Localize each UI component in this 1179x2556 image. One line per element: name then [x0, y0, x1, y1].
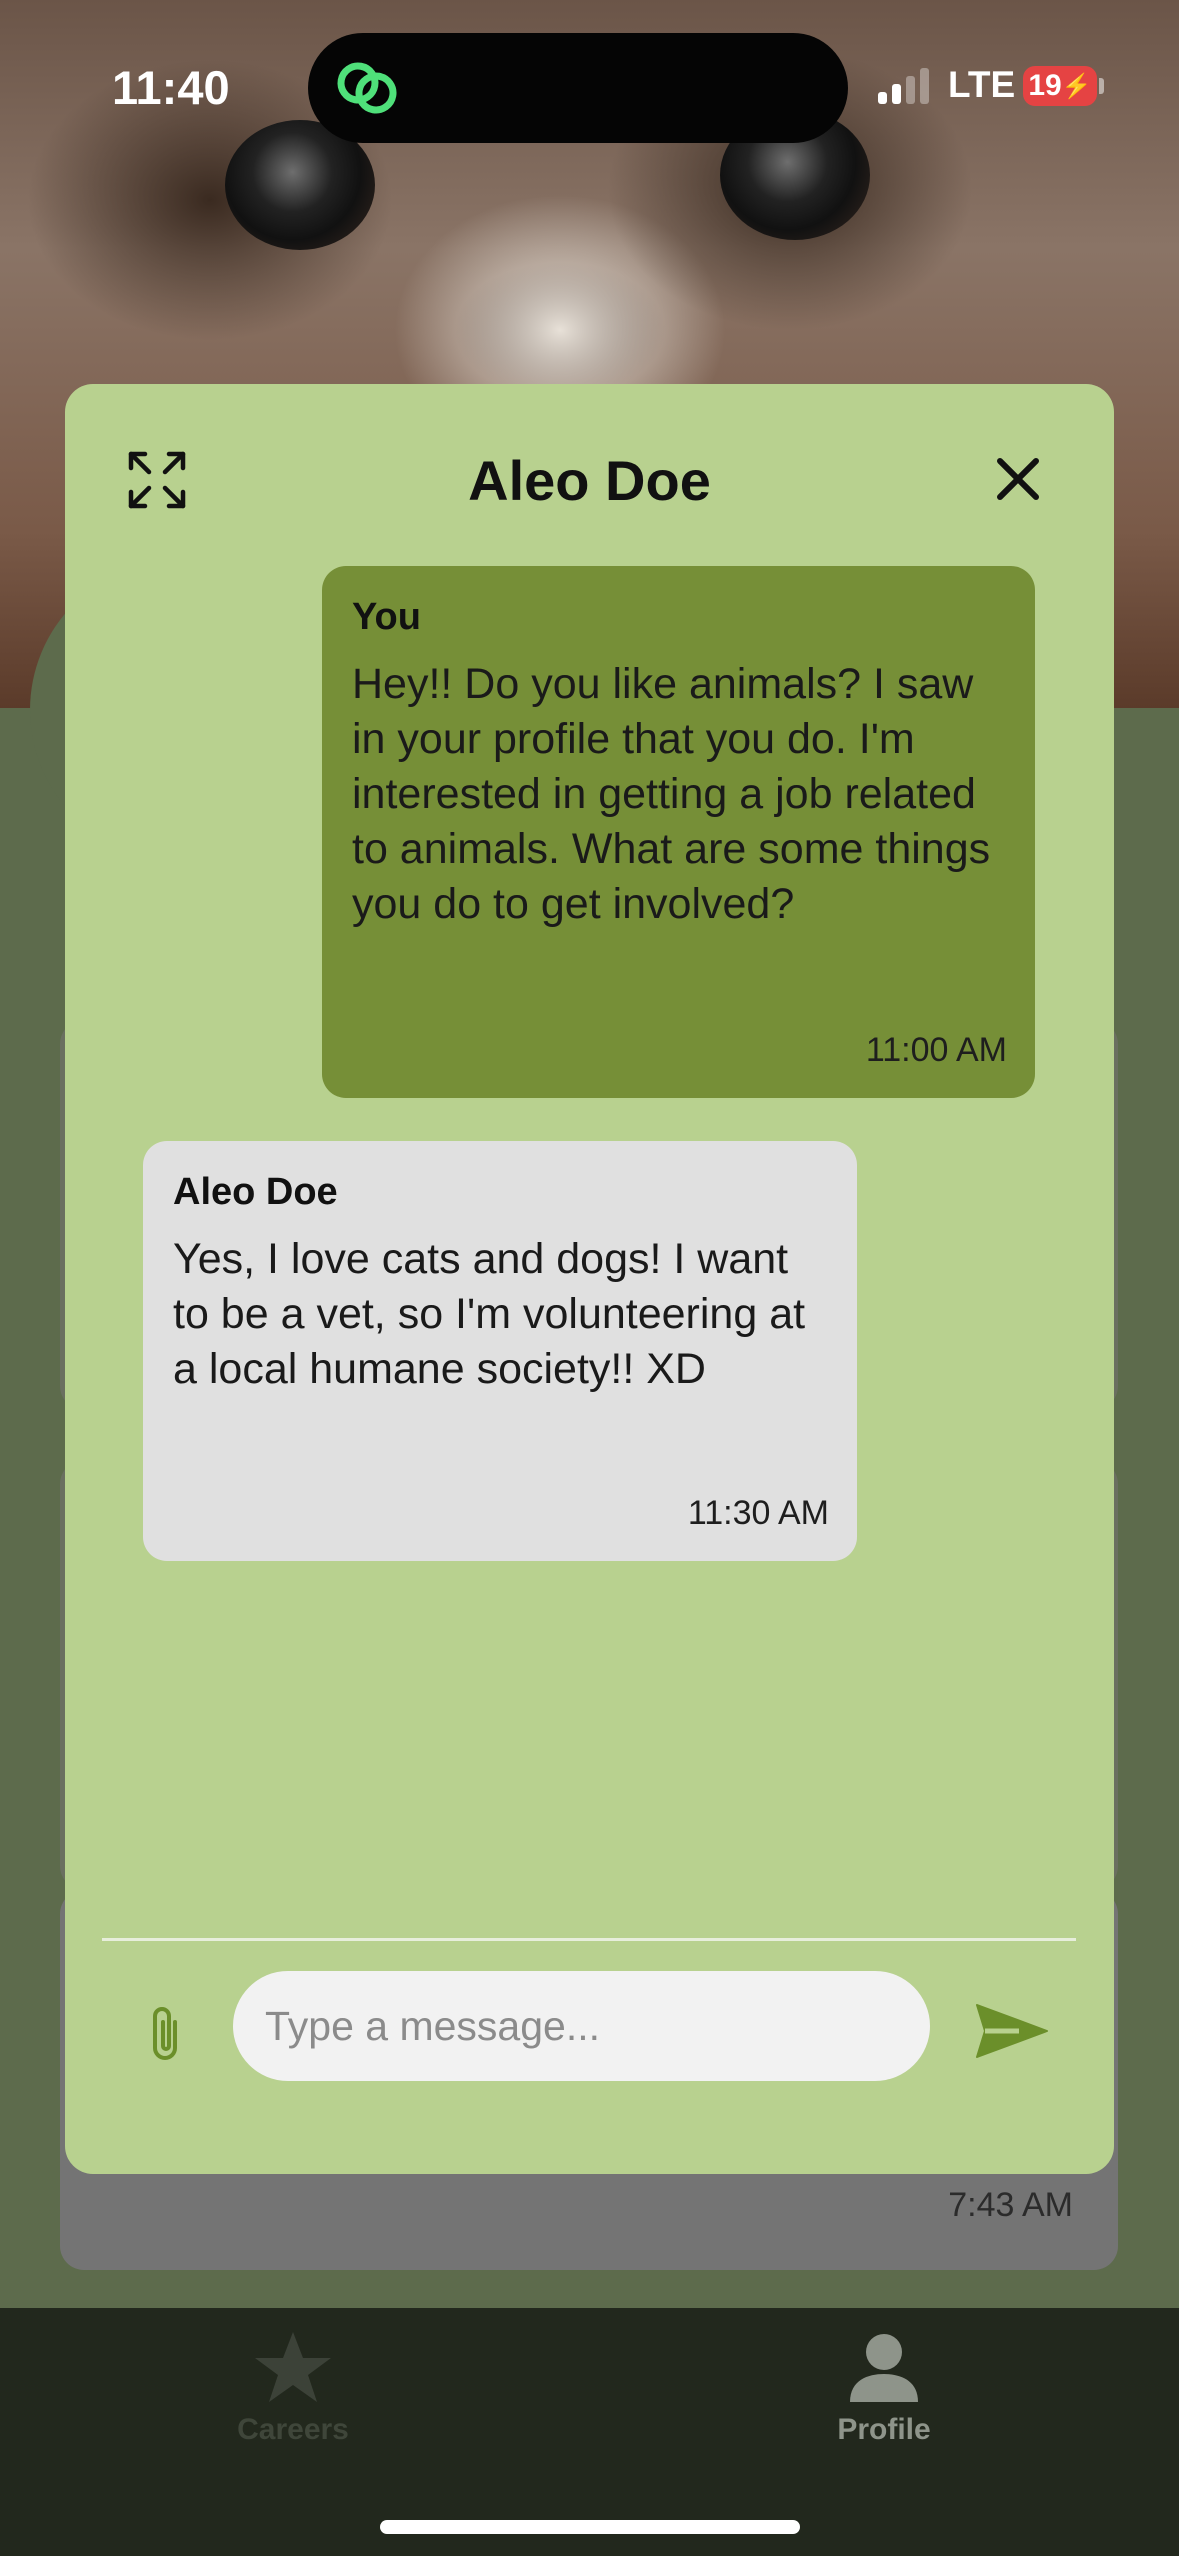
message-bubble-outgoing: You Hey!! Do you like animals? I saw in … [322, 566, 1035, 1098]
tab-careers[interactable]: Careers [163, 2330, 423, 2447]
chat-title: Aleo Doe [468, 449, 711, 512]
home-indicator [380, 2520, 800, 2534]
link-icon [337, 62, 397, 114]
message-text: Yes, I love cats and dogs! I want to be … [173, 1235, 806, 1393]
battery-icon: 19 ⚡ [1023, 66, 1097, 106]
message-sender: You [352, 596, 421, 638]
dynamic-island [308, 33, 848, 143]
message-time: 11:30 AM [687, 1494, 829, 1532]
composer-divider [102, 1938, 1076, 1941]
status-time: 11:40 [112, 61, 230, 114]
tab-label: Careers [237, 2413, 349, 2446]
close-icon[interactable] [995, 456, 1041, 502]
tab-bar: Careers Profile [0, 2308, 1179, 2556]
message-text: Hey!! Do you like animals? I saw in your… [352, 660, 991, 928]
battery-level: 19 [1028, 69, 1062, 102]
signal-icon [878, 68, 929, 104]
person-icon [850, 2334, 918, 2402]
message-time: 11:00 AM [865, 1031, 1007, 1069]
paperclip-icon[interactable] [145, 2002, 185, 2066]
send-icon[interactable] [975, 2001, 1049, 2061]
message-sender: Aleo Doe [173, 1171, 338, 1213]
message-bubble-incoming: Aleo Doe Yes, I love cats and dogs! I wa… [143, 1141, 857, 1561]
tab-label: Profile [837, 2413, 931, 2446]
star-icon [255, 2332, 331, 2402]
chat-modal: Aleo Doe You Hey!! Do you like animals? … [65, 384, 1114, 2174]
background-message-time: 7:43 AM [948, 2186, 1073, 2224]
message-input[interactable] [233, 1971, 930, 2081]
battery-tip [1099, 78, 1104, 94]
tab-profile[interactable]: Profile [754, 2330, 1014, 2447]
network-type: LTE [948, 64, 1016, 105]
